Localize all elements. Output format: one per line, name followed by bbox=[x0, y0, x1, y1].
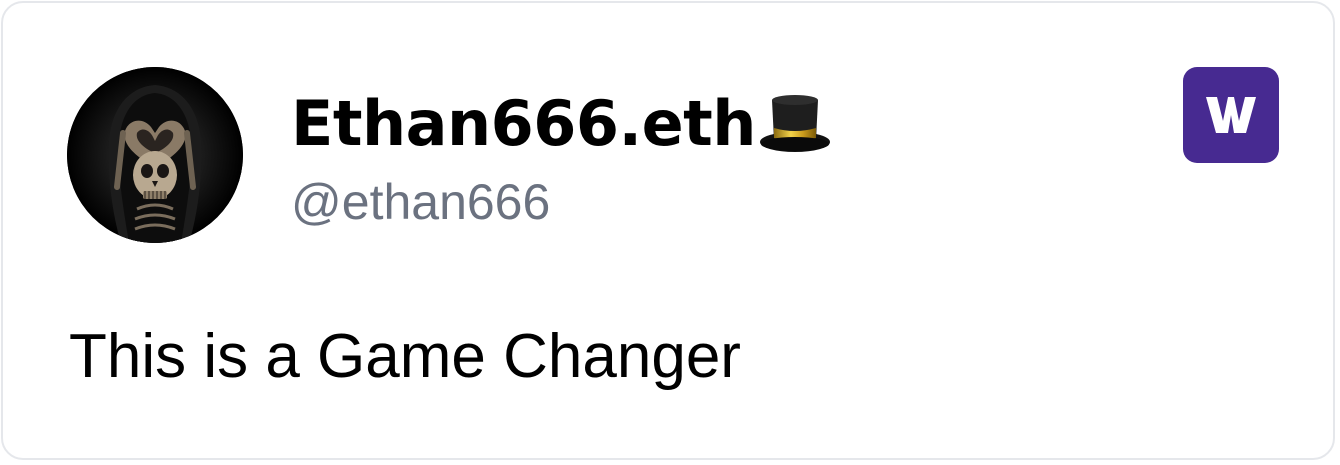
top-hat-icon bbox=[758, 90, 832, 156]
warpcast-logo-icon[interactable] bbox=[1183, 67, 1279, 163]
display-name-text: Ethan666.eth bbox=[291, 86, 756, 160]
post-card: Ethan666.eth @ethan666 This is a Game Ch… bbox=[1, 1, 1335, 460]
skull-reaper-avatar-icon bbox=[67, 67, 243, 243]
author-display-name[interactable]: Ethan666.eth bbox=[291, 83, 832, 163]
author-handle[interactable]: @ethan666 bbox=[291, 173, 550, 231]
post-text: This is a Game Changer bbox=[69, 322, 741, 391]
avatar[interactable] bbox=[67, 67, 243, 243]
